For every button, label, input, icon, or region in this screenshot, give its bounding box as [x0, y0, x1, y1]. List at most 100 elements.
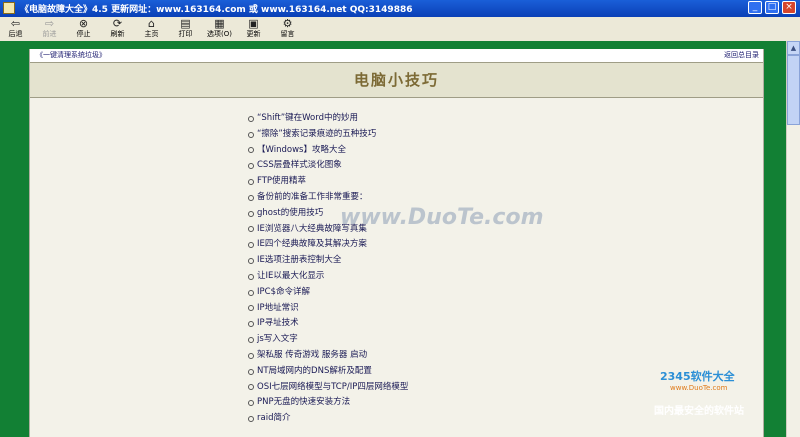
toolbar-button-6[interactable]: ▦ 选项(O): [207, 17, 232, 41]
tip-link-label: 让IE以最大化显示: [257, 270, 325, 281]
bullet-circle-icon: [248, 258, 254, 265]
maximize-button[interactable]: □: [765, 1, 779, 14]
toolbar-button-0[interactable]: ⇦ 后退: [3, 17, 28, 41]
bullet-circle-icon: [248, 416, 254, 423]
tip-link-item[interactable]: IPC$命令详解: [248, 285, 408, 301]
badge-brand: 2345软件大全: [660, 370, 735, 383]
back-to-index-link[interactable]: 返回总目录: [724, 49, 759, 62]
tip-link-label: IP寻址技术: [257, 318, 299, 329]
tip-link-label: “Shift”键在Word中的妙用: [257, 113, 358, 123]
toolbar-button-label: 留言: [280, 30, 295, 38]
bullet-circle-icon: [248, 115, 254, 122]
refresh-icon: ⟳: [112, 17, 123, 30]
tip-link-item[interactable]: FTP使用精萃: [248, 174, 408, 190]
duote-watermark: www.DuoTe.com: [340, 205, 544, 230]
tip-link-label: FTP使用精萃: [257, 176, 307, 187]
bullet-circle-icon: [248, 352, 254, 359]
update-icon: ▣: [248, 17, 259, 30]
tip-link-item[interactable]: OSI七层网络模型与TCP/IP四层网络模型: [248, 380, 408, 396]
tip-link-item[interactable]: “Shift”键在Word中的妙用: [248, 111, 408, 127]
back-arrow-icon: ⇦: [10, 17, 21, 30]
tip-link-item[interactable]: js写入文字: [248, 332, 408, 348]
window-controls: _ □ ×: [748, 1, 796, 14]
toolbar-button-label: 更新: [246, 30, 261, 38]
minimize-button[interactable]: _: [748, 1, 762, 14]
tip-link-item[interactable]: IE四个经典故障及其解决方案: [248, 237, 408, 253]
tip-link-item[interactable]: IP寻址技术: [248, 316, 408, 332]
clean-junk-link[interactable]: 《一键清理系统垃圾》: [36, 49, 106, 62]
tip-link-item[interactable]: CSS层叠样式淡化图象: [248, 158, 408, 174]
tip-link-item[interactable]: 备份前的准备工作非常重要：: [248, 190, 408, 206]
forward-arrow-icon: ⇨: [44, 17, 55, 30]
tip-link-item[interactable]: PNP无盘的快速安装方法: [248, 395, 408, 411]
toolbar: ⇦ 后退 ⇨ 前进 ⊗ 停止 ⟳ 刷新 ⌂ 主页 ▤ 打印 ▦ 选项(O) ▣ 更新 ⚙ 留言: [0, 17, 800, 42]
tip-link-label: PNP无盘的快速安装方法: [257, 397, 351, 408]
toolbar-button-5[interactable]: ▤ 打印: [173, 17, 198, 41]
tip-link-label: IE四个经典故障及其解决方案: [257, 239, 367, 250]
tip-link-label: 架私服 传奇游戏 服务器 启动: [257, 349, 368, 360]
tip-link-label: OSI七层网络模型与TCP/IP四层网络模型: [257, 381, 409, 392]
bullet-circle-icon: [248, 273, 254, 280]
tip-link-item[interactable]: 让IE以最大化显示: [248, 269, 408, 285]
bullet-circle-icon: [248, 400, 254, 407]
badge-slogan: 国内最安全的软件站: [654, 406, 744, 417]
bullet-circle-icon: [248, 210, 254, 217]
stop-icon: ⊗: [78, 17, 89, 30]
toolbar-button-1[interactable]: ⇨ 前进: [37, 17, 62, 41]
toolbar-button-label: 停止: [76, 30, 91, 38]
scroll-up-icon[interactable]: ▲: [787, 41, 800, 55]
bullet-circle-icon: [248, 194, 254, 201]
close-button[interactable]: ×: [782, 1, 796, 14]
toolbar-button-8[interactable]: ⚙ 留言: [275, 17, 300, 41]
toolbar-button-label: 后退: [8, 30, 23, 38]
title-bar: 《电脑故障大全》4.5 更新网址：www.163164.com 或 www.16…: [0, 0, 800, 17]
tip-link-label: IPC$命令详解: [257, 286, 310, 297]
heading-band: 电脑小技巧: [30, 62, 763, 98]
tip-link-item[interactable]: “擦除”搜索记录痕迹的五种技巧: [248, 127, 408, 143]
tip-link-label: IP地址常识: [257, 302, 299, 313]
toolbar-button-3[interactable]: ⟳ 刷新: [105, 17, 130, 41]
bullet-circle-icon: [248, 289, 254, 296]
toolbar-button-2[interactable]: ⊗ 停止: [71, 17, 96, 41]
site-badge: 2345软件大全 www.DuoTe.com 国内最安全的软件站: [654, 368, 744, 417]
toolbar-button-label: 前进: [42, 30, 57, 38]
tip-link-label: ghost的使用技巧: [257, 207, 324, 218]
toolbar-button-7[interactable]: ▣ 更新: [241, 17, 266, 41]
tip-link-item[interactable]: 【Windows】攻略大全: [248, 143, 408, 159]
tip-link-item[interactable]: 架私服 传奇游戏 服务器 启动: [248, 348, 408, 364]
badge-url: www.DuoTe.com: [670, 384, 728, 392]
print-icon: ▤: [180, 17, 191, 30]
tip-link-label: 备份前的准备工作非常重要：: [257, 191, 368, 202]
tip-link-item[interactable]: IE选项注册表控制大全: [248, 253, 408, 269]
bullet-circle-icon: [248, 321, 254, 328]
tip-link-label: NT局域网内的DNS解析及配置: [257, 365, 372, 376]
scroll-thumb[interactable]: [787, 55, 800, 125]
tip-link-label: CSS层叠样式淡化图象: [257, 160, 342, 171]
bullet-circle-icon: [248, 242, 254, 249]
tip-link-item[interactable]: NT局域网内的DNS解析及配置: [248, 364, 408, 380]
app-icon: [3, 2, 15, 14]
tip-link-label: 【Windows】攻略大全: [257, 144, 346, 155]
bullet-circle-icon: [248, 163, 254, 170]
bullet-circle-icon: [248, 384, 254, 391]
tip-link-item[interactable]: IP地址常识: [248, 301, 408, 317]
home-icon: ⌂: [148, 17, 155, 30]
toolbar-button-4[interactable]: ⌂ 主页: [139, 17, 164, 41]
toolbar-button-label: 主页: [144, 30, 159, 38]
bullet-circle-icon: [248, 305, 254, 312]
bullet-circle-icon: [248, 131, 254, 138]
page-title: 电脑小技巧: [353, 71, 439, 89]
bullet-circle-icon: [248, 147, 254, 154]
options-icon: ▦: [214, 17, 225, 30]
bullet-circle-icon: [248, 179, 254, 186]
tip-link-label: raid简介: [257, 413, 291, 424]
tip-link-label: js写入文字: [257, 334, 298, 345]
bullet-circle-icon: [248, 337, 254, 344]
tip-link-item[interactable]: raid简介: [248, 411, 408, 427]
message-icon: ⚙: [282, 17, 293, 30]
toolbar-button-label: 打印: [178, 30, 193, 38]
tips-link-list: “Shift”键在Word中的妙用 “擦除”搜索记录痕迹的五种技巧 【Windows…: [248, 111, 408, 427]
tip-link-label: IE选项注册表控制大全: [257, 255, 342, 266]
vertical-scrollbar[interactable]: ▲: [786, 41, 800, 437]
toolbar-button-label: 选项(O): [207, 30, 232, 38]
